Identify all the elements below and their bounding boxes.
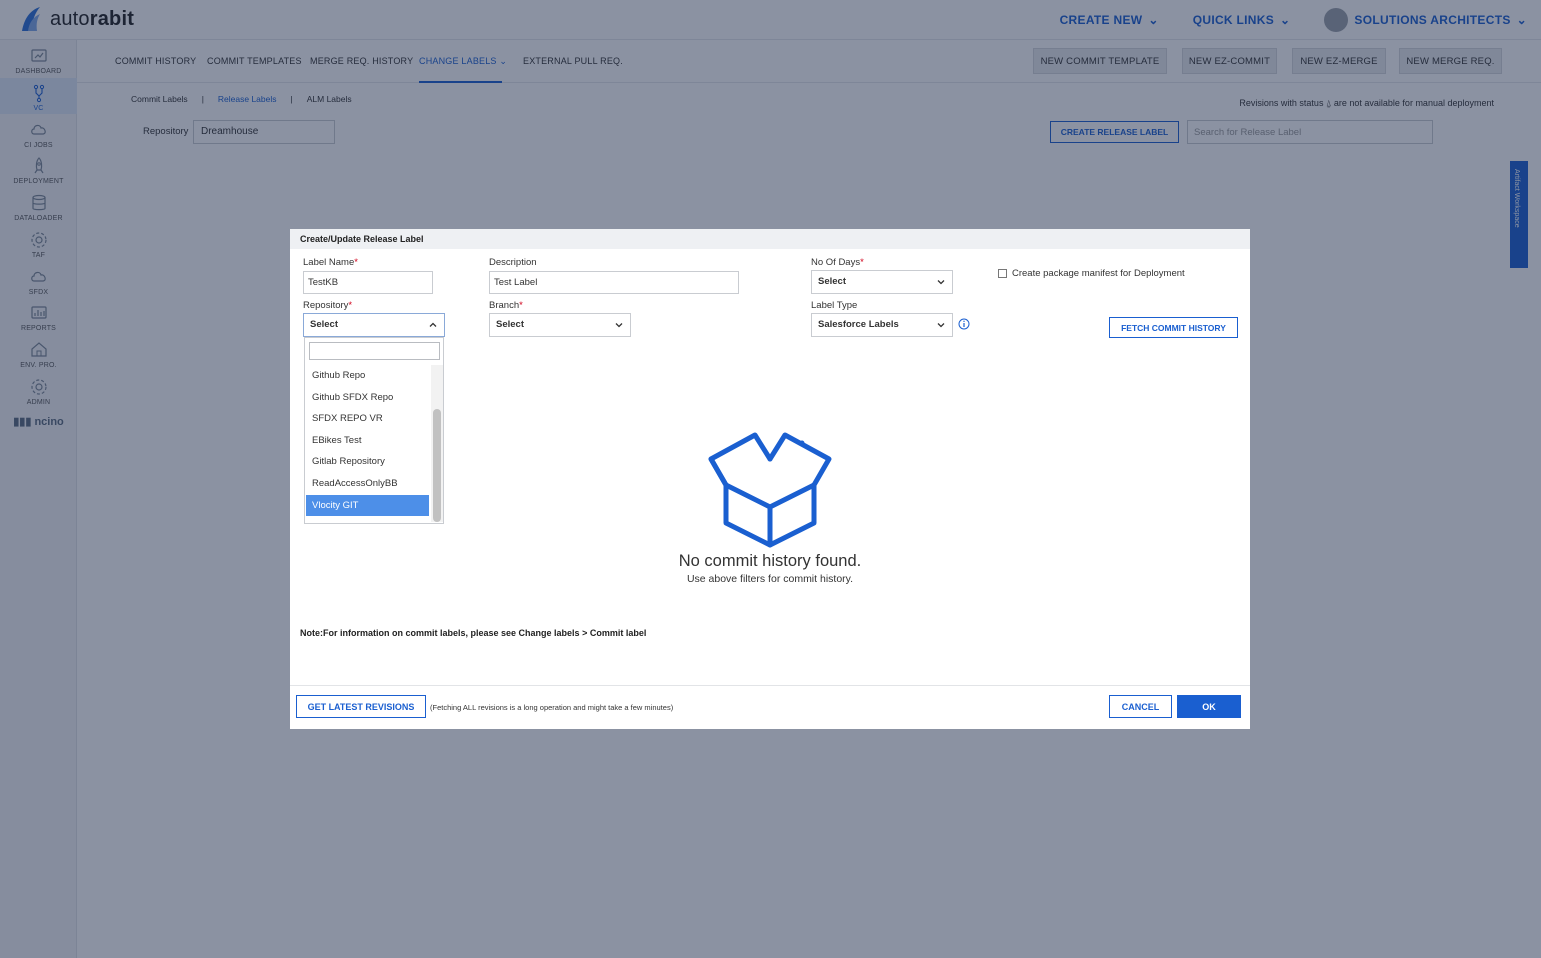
manifest-checkbox-row[interactable]: Create package manifest for Deployment [998,268,1185,279]
commit-label-note: Note:For information on commit labels, p… [300,628,647,638]
create-release-label-modal: Create/Update Release Label Label Name* … [290,229,1250,729]
chevron-down-icon [937,323,945,328]
label-type-select[interactable]: Salesforce Labels [811,313,953,337]
dropdown-scrollbar[interactable] [431,365,443,522]
chevron-down-icon [615,323,623,328]
dropdown-scrollbar-thumb[interactable] [433,409,441,522]
repository-select[interactable]: Select [303,313,445,337]
info-icon[interactable] [958,318,970,330]
list-item[interactable]: EBikes Test [306,430,429,452]
repository-dropdown-search[interactable] [309,342,440,360]
modal-footer-divider [290,685,1250,686]
empty-state-title: No commit history found. [678,552,862,570]
manifest-checkbox-label: Create package manifest for Deployment [1012,268,1185,279]
branch-label: Branch* [489,300,523,311]
fetch-commit-history-button[interactable]: FETCH COMMIT HISTORY [1109,317,1238,338]
modal-title: Create/Update Release Label [300,234,424,244]
repository-label: Repository* [303,300,353,311]
list-item[interactable]: Gitlab Repository [306,451,429,473]
modal-header: Create/Update Release Label [290,229,1250,249]
label-type-label: Label Type [811,300,858,311]
no-of-days-label: No Of Days* [811,257,864,268]
open-box-icon [708,432,832,548]
empty-state-subtitle: Use above filters for commit history. [686,573,854,585]
get-latest-revisions-note: (Fetching ALL revisions is a long operat… [430,703,674,712]
repository-options-list: Github Repo Github SFDX Repo SFDX REPO V… [306,365,429,517]
chevron-down-icon [937,280,945,285]
branch-select[interactable]: Select [489,313,631,337]
list-item[interactable]: Github SFDX Repo [306,387,429,409]
label-name-label: Label Name* [303,257,358,268]
list-item[interactable]: SFDX REPO VR [306,408,429,430]
label-name-input[interactable]: TestKB [303,271,433,294]
get-latest-revisions-button[interactable]: GET LATEST REVISIONS [296,695,426,718]
chevron-up-icon [429,322,437,327]
list-item[interactable]: Github Repo [306,365,429,387]
cancel-button[interactable]: CANCEL [1109,695,1172,718]
description-input[interactable]: Test Label [489,271,739,294]
ok-button[interactable]: OK [1177,695,1241,718]
list-item-highlighted[interactable]: Vlocity GIT [306,494,429,517]
description-label: Description [489,257,537,268]
no-of-days-select[interactable]: Select [811,270,953,294]
list-item[interactable]: ReadAccessOnlyBB [306,473,429,495]
repository-dropdown: Github Repo Github SFDX Repo SFDX REPO V… [304,337,444,524]
manifest-checkbox[interactable] [998,269,1007,278]
